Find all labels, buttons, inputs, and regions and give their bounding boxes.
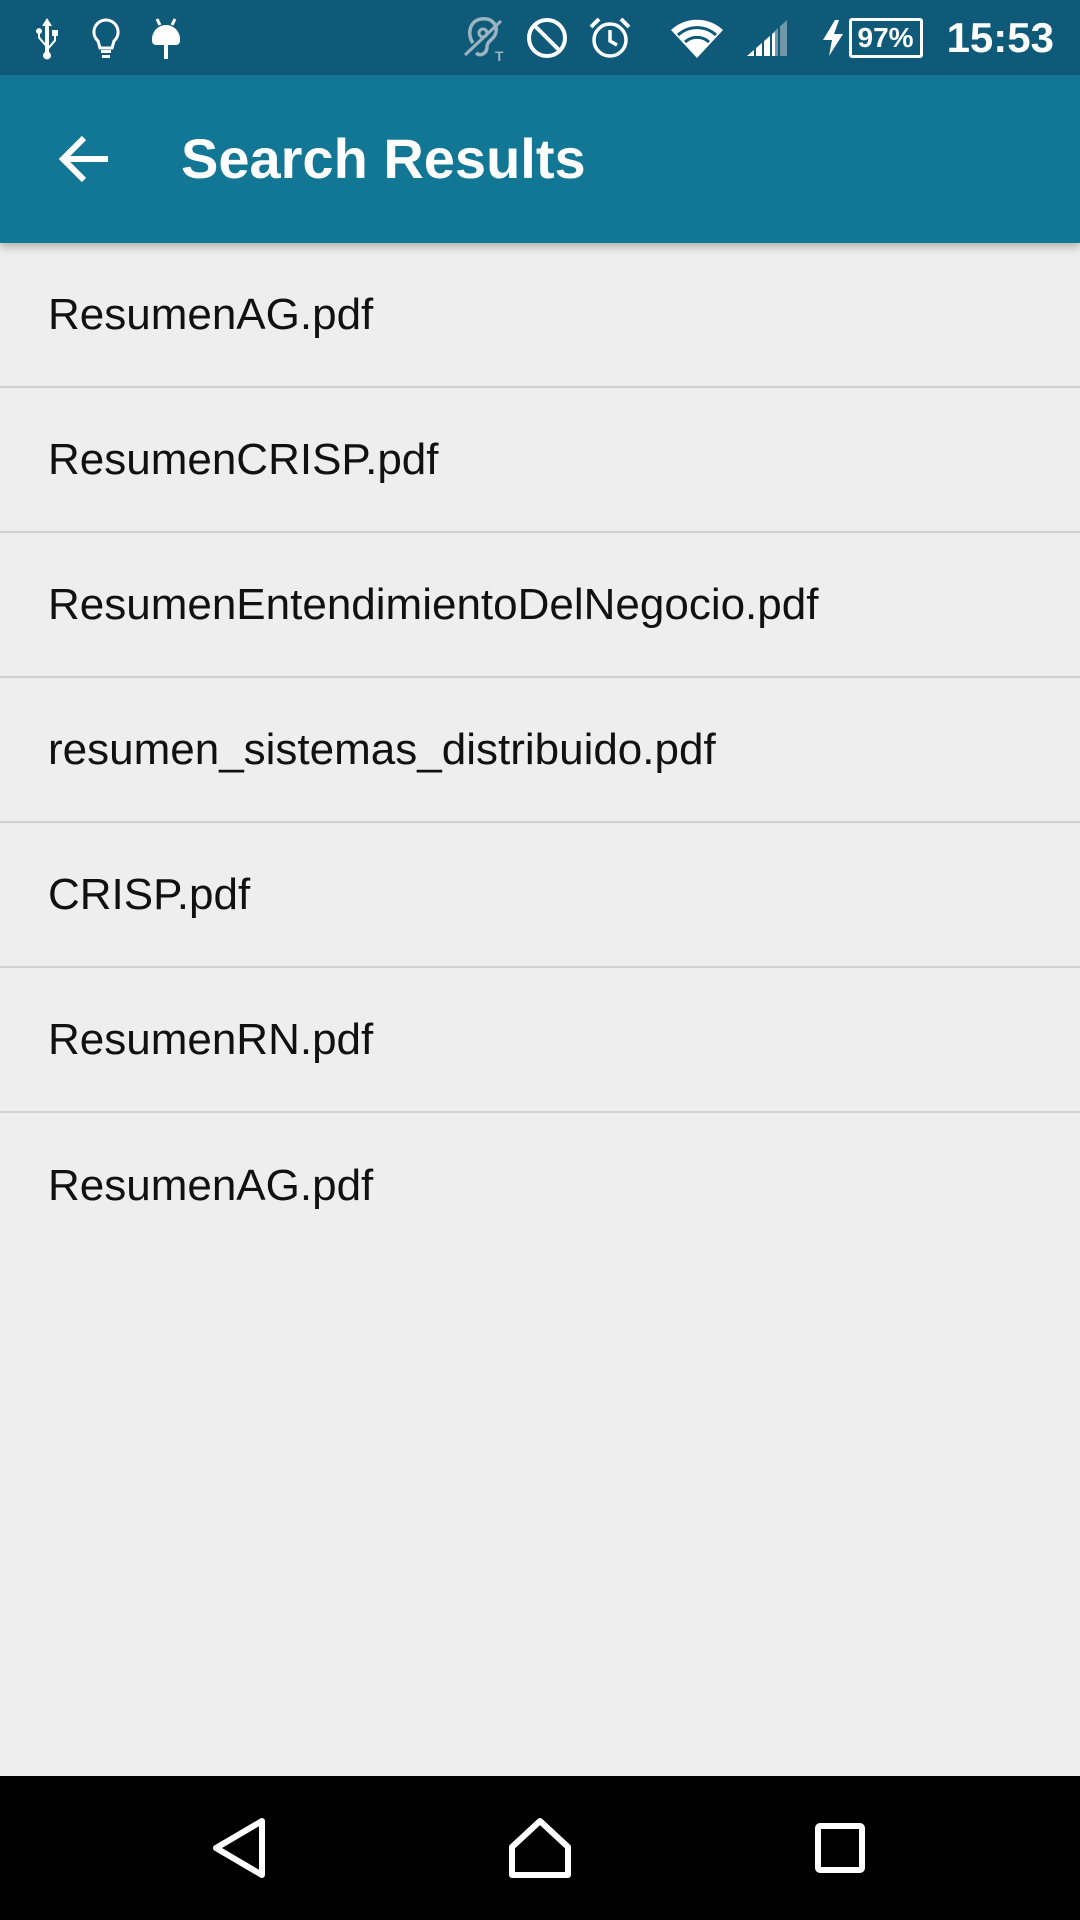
- svg-text:T: T: [495, 48, 504, 63]
- status-bar-right: T 97% 15:53: [461, 10, 1054, 65]
- list-item[interactable]: ResumenAG.pdf: [0, 243, 1080, 388]
- list-item[interactable]: ResumenRN.pdf: [0, 968, 1080, 1113]
- recents-icon: [814, 1822, 866, 1874]
- list-item[interactable]: ResumenEntendimientoDelNegocio.pdf: [0, 533, 1080, 678]
- status-bar-left: [30, 10, 184, 65]
- arrow-back-icon: [58, 135, 110, 183]
- wifi-icon: [669, 16, 725, 60]
- do-not-disturb-icon: [525, 16, 569, 60]
- navigation-bar: [0, 1776, 1080, 1920]
- home-icon: [508, 1817, 572, 1879]
- hearing-aid-icon: T: [461, 13, 507, 63]
- back-triangle-icon: [210, 1817, 270, 1879]
- nav-back-button[interactable]: [180, 1798, 300, 1898]
- android-debug-icon: [148, 15, 184, 61]
- lightbulb-icon: [90, 16, 122, 60]
- list-item[interactable]: resumen_sistemas_distribuido.pdf: [0, 678, 1080, 823]
- page-title: Search Results: [181, 127, 586, 190]
- status-clock: 15:53: [946, 13, 1054, 61]
- list-item[interactable]: CRISP.pdf: [0, 823, 1080, 968]
- battery-indicator: 97%: [821, 17, 923, 58]
- cell-signal-icon: [743, 16, 789, 60]
- list-item[interactable]: ResumenCRISP.pdf: [0, 388, 1080, 533]
- charging-icon: [821, 18, 845, 58]
- status-bar: T 97% 15:53: [0, 0, 1080, 75]
- usb-icon: [30, 16, 64, 60]
- nav-recents-button[interactable]: [780, 1798, 900, 1898]
- alarm-icon: [587, 15, 633, 61]
- search-results-list: ResumenAG.pdf ResumenCRISP.pdf ResumenEn…: [0, 243, 1080, 1258]
- back-button[interactable]: [40, 119, 128, 199]
- list-item[interactable]: ResumenAG.pdf: [0, 1113, 1080, 1258]
- nav-home-button[interactable]: [480, 1798, 600, 1898]
- app-bar: Search Results: [0, 75, 1080, 243]
- battery-level: 97%: [848, 17, 923, 58]
